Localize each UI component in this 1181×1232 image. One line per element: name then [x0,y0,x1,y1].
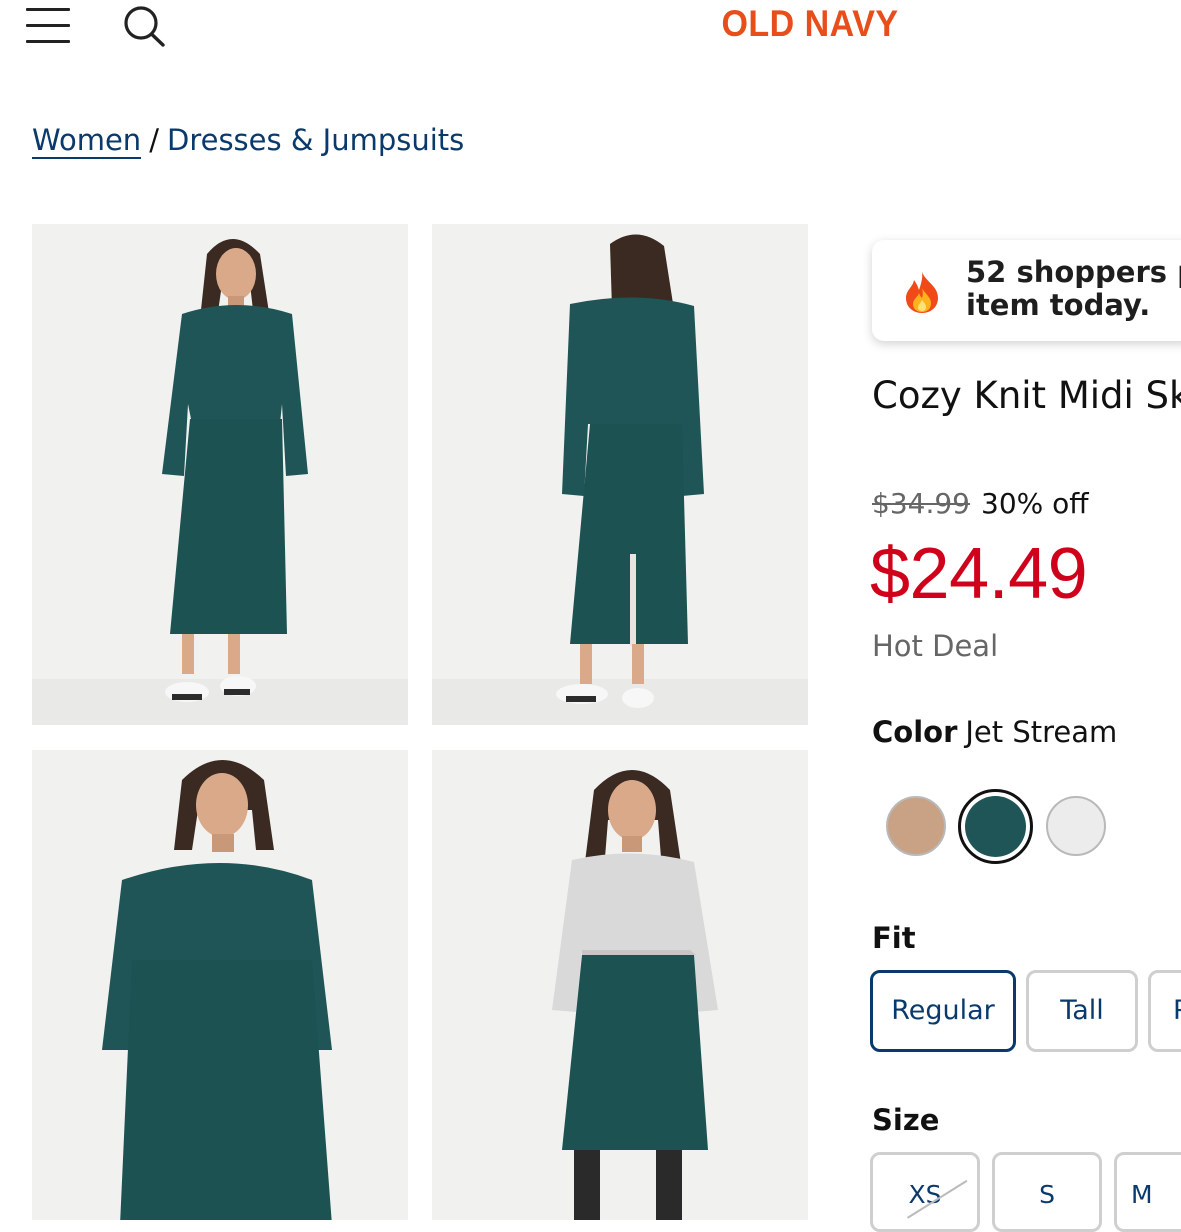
product-title: Cozy Knit Midi Sk [872,374,1181,417]
brand-logo[interactable]: OLD NAVY [709,0,911,48]
breadcrumb-dresses-link[interactable]: Dresses & Jumpsuits [167,123,464,157]
fit-option-regular[interactable]: Regular [870,970,1016,1052]
fit-option-petite[interactable]: P [1148,970,1181,1052]
social-proof-text: 52 shoppers pu item today. [966,256,1181,322]
size-option-m[interactable]: M [1114,1152,1181,1232]
fit-label: Fit [872,921,916,955]
fit-option-tall[interactable]: Tall [1026,970,1138,1052]
breadcrumb-women-link[interactable]: Women [32,123,142,159]
social-proof-card: 52 shoppers pu item today. [872,240,1181,341]
social-proof-line2: item today. [966,288,1151,322]
color-swatch-jet-stream[interactable] [965,796,1026,857]
sale-price: $24.49 [870,534,1088,614]
selected-color-name: Jet Stream [965,715,1118,749]
size-option-xs[interactable]: XS [870,1152,980,1232]
search-icon[interactable] [120,3,168,47]
fire-icon [902,270,942,314]
hamburger-menu-icon[interactable] [26,4,72,43]
color-swatch-light-heather[interactable] [1046,796,1106,856]
product-image-closeup[interactable] [32,750,408,1220]
original-price: $34.99 [872,487,970,520]
size-label: Size [872,1103,940,1137]
product-image-cardigan[interactable] [432,750,808,1220]
color-swatch-camel[interactable] [886,796,946,856]
product-image-back[interactable] [432,224,808,725]
color-selection-label: Color Jet Stream [872,712,1117,752]
color-label: Color [872,715,958,749]
discount-label: 30% off [981,487,1089,520]
product-image-front[interactable] [32,224,408,725]
social-proof-line1: 52 shoppers pu [966,256,1181,289]
breadcrumb-separator: / [149,123,159,157]
breadcrumb: Women / Dresses & Jumpsuits [32,120,464,164]
deal-label: Hot Deal [872,629,999,663]
size-option-s[interactable]: S [992,1152,1102,1232]
